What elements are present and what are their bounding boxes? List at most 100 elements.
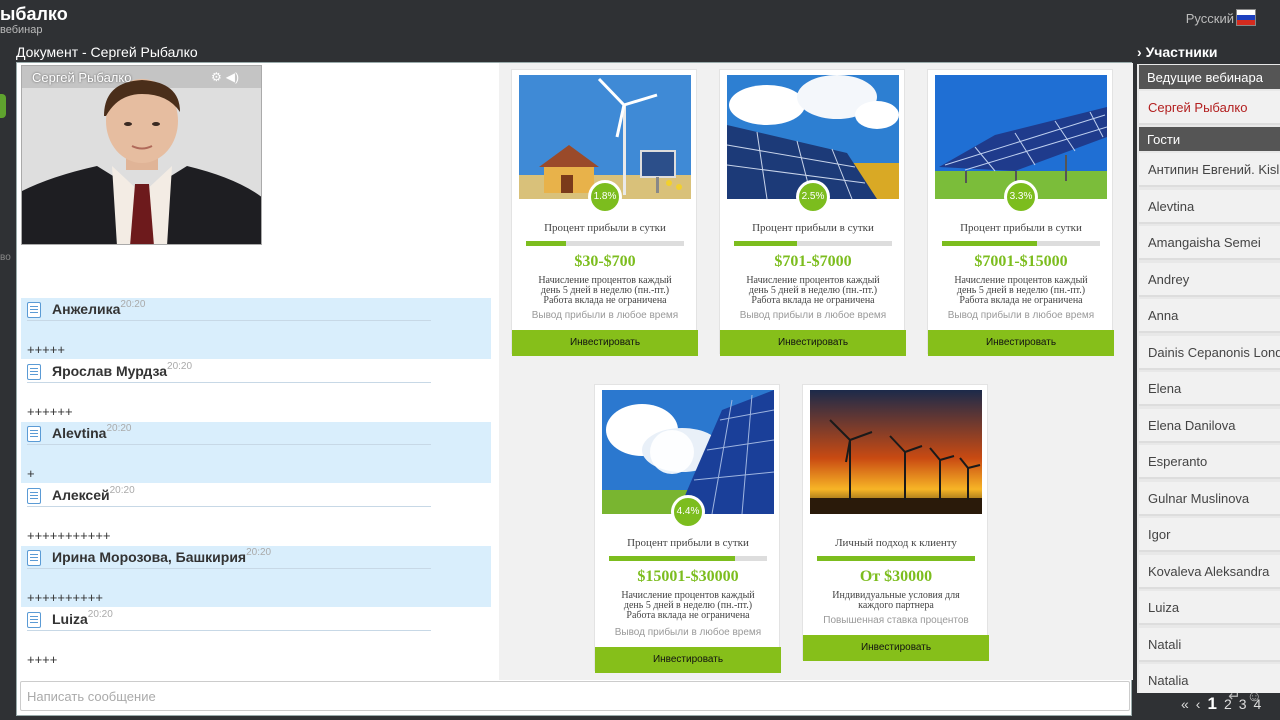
card-price: $30-$700 xyxy=(574,253,636,270)
card-description: Начисление процентов каждый день 5 дней … xyxy=(621,590,755,621)
presenter-name: Сергей Рыбалко xyxy=(32,70,132,85)
chat-author-name: Alevtina xyxy=(52,425,107,441)
chat-message: Luiza20:20 ++++ xyxy=(21,608,491,669)
chat-author: Ирина Морозова, Башкирия20:20 xyxy=(52,547,272,565)
chat-time: 20:20 xyxy=(120,299,146,310)
chat-text: ++++++++++ xyxy=(27,590,103,605)
divider xyxy=(27,506,431,507)
participant-item[interactable]: Антипин Евгений. Kisl xyxy=(1139,153,1280,187)
participant-item[interactable]: Luiza xyxy=(1139,591,1280,625)
investment-card: 4.4% Процент прибыли в сутки $15001-$30000… xyxy=(594,384,781,673)
participant-item[interactable]: Dainis Cepanonis Londo xyxy=(1139,335,1280,370)
card-description: Начисление процентов каждый день 5 дней … xyxy=(954,275,1088,306)
participant-item[interactable]: Natali xyxy=(1139,627,1280,662)
russian-flag-icon[interactable] xyxy=(1236,9,1256,26)
participants-pager: « ‹ 1 2 3 4 xyxy=(1181,694,1280,716)
chat-author: Luiza20:20 xyxy=(52,609,113,627)
card-note: Вывод прибыли в любое время xyxy=(739,310,887,321)
pager-page-button[interactable]: 3 xyxy=(1239,696,1247,712)
card-price: $15001-$30000 xyxy=(637,568,739,585)
chat-author-name: Ирина Морозова, Башкирия xyxy=(52,549,247,565)
top-bar: ыбалко вебинар Русский xyxy=(0,0,1280,44)
chat-message: Alevtina20:20 + xyxy=(21,422,491,483)
message-icon xyxy=(27,364,41,380)
participants-title: Участники xyxy=(1145,44,1218,60)
chat-author: Анжелика20:20 xyxy=(52,299,146,317)
card-description: Индивидуальные условия для каждого партн… xyxy=(832,590,960,611)
participant-item[interactable]: Anna xyxy=(1139,299,1280,333)
participant-item[interactable]: Esperanto xyxy=(1139,445,1280,479)
presenter-photo xyxy=(22,66,261,244)
card-progress-bar xyxy=(942,241,1100,246)
pager-page-button[interactable]: 1 xyxy=(1207,694,1216,713)
chat-message: Анжелика20:20 +++++ xyxy=(21,298,491,359)
invest-button[interactable]: Инвестировать xyxy=(928,330,1114,356)
green-tab-icon[interactable] xyxy=(0,94,6,118)
document-panel: Сергей Рыбалко ⚙ ◀) Анжелика20:20 +++++ Яро… xyxy=(16,62,1133,716)
pager-page-button[interactable]: 2 xyxy=(1224,696,1232,712)
chat-text: + xyxy=(27,466,35,481)
chat-author-name: Ярослав Мурдза xyxy=(52,363,168,379)
message-input[interactable]: Написать сообщение xyxy=(20,681,1130,711)
document-title: Документ - Сергей Рыбалко xyxy=(16,44,198,60)
message-icon xyxy=(27,488,41,504)
card-subtitle: Процент прибыли в сутки xyxy=(544,222,666,234)
chat-author: Алексей20:20 xyxy=(52,485,135,503)
participants-header[interactable]: › Участники xyxy=(1137,44,1280,62)
pager-prev-button[interactable]: ‹ xyxy=(1196,696,1201,712)
chat-text: ++++++ xyxy=(27,404,73,419)
card-subtitle: Процент прибыли в сутки xyxy=(627,537,749,549)
chat-text: +++++ xyxy=(27,342,65,357)
chat-author-name: Luiza xyxy=(52,611,88,627)
card-note: Вывод прибыли в любое время xyxy=(947,310,1095,321)
chat-time: 20:20 xyxy=(246,547,272,558)
card-progress-bar xyxy=(526,241,684,246)
invest-button[interactable]: Инвестировать xyxy=(803,635,989,661)
settings-icon[interactable]: ⚙ xyxy=(211,70,222,84)
speaker-icon[interactable]: ◀) xyxy=(226,70,239,84)
card-percent-badge: 4.4% xyxy=(671,495,705,529)
participant-host[interactable]: Сергей Рыбалко xyxy=(1139,91,1280,125)
language-selector[interactable]: Русский xyxy=(1186,11,1234,26)
chat-time: 20:20 xyxy=(109,485,135,496)
invest-button[interactable]: Инвестировать xyxy=(720,330,906,356)
chat-author-name: Алексей xyxy=(52,487,110,503)
brand-subtitle: вебинар xyxy=(0,24,43,36)
participant-item[interactable]: Elena xyxy=(1139,372,1280,406)
pager-first-button[interactable]: « xyxy=(1181,696,1189,712)
card-description: Начисление процентов каждый день 5 дней … xyxy=(538,275,672,306)
left-strip-text: во xyxy=(0,252,11,263)
chat-message: Ярослав Мурдза20:20 ++++++ xyxy=(21,360,491,421)
chat-text: ++++ xyxy=(27,652,58,667)
participant-item[interactable]: Amangaisha Semei xyxy=(1139,226,1280,260)
chat-text: +++++++++++ xyxy=(27,528,111,543)
invest-button[interactable]: Инвестировать xyxy=(595,647,781,673)
divider xyxy=(27,382,431,383)
participants-panel: Ведущие вебинара Сергей Рыбалко Гости Антип… xyxy=(1137,64,1280,693)
pager-page-button[interactable]: 4 xyxy=(1254,696,1262,712)
card-progress-bar xyxy=(734,241,892,246)
participant-item[interactable]: Andrey xyxy=(1139,262,1280,297)
video-controls: ⚙ ◀) xyxy=(207,70,239,84)
participant-item[interactable]: Igor xyxy=(1139,518,1280,552)
participant-item[interactable]: Natalia xyxy=(1139,664,1280,693)
participant-item[interactable]: Alevtina xyxy=(1139,189,1280,224)
card-note: Вывод прибыли в любое время xyxy=(531,310,679,321)
chat-time: 20:20 xyxy=(167,361,193,372)
divider xyxy=(27,444,431,445)
participant-item[interactable]: Elena Danilova xyxy=(1139,408,1280,443)
card-description: Начисление процентов каждый день 5 дней … xyxy=(746,275,880,306)
card-price: $7001-$15000 xyxy=(974,253,1068,270)
investment-card: 1.8% Процент прибыли в сутки $30-$700 Начис… xyxy=(511,69,698,356)
participant-item[interactable]: Gulnar Muslinova xyxy=(1139,481,1280,516)
participant-item[interactable]: Kovaleva Aleksandra xyxy=(1139,554,1280,589)
left-edge-strip: во xyxy=(0,44,16,720)
card-progress-bar xyxy=(817,556,975,561)
card-note: Повышенная ставка процентов xyxy=(823,615,969,626)
message-icon xyxy=(27,302,41,318)
card-note: Вывод прибыли в любое время xyxy=(614,627,762,638)
card-percent-badge: 2.5% xyxy=(796,180,830,214)
invest-button[interactable]: Инвестировать xyxy=(512,330,698,356)
chat-author: Ярослав Мурдза20:20 xyxy=(52,361,193,379)
chat-time: 20:20 xyxy=(106,423,132,434)
